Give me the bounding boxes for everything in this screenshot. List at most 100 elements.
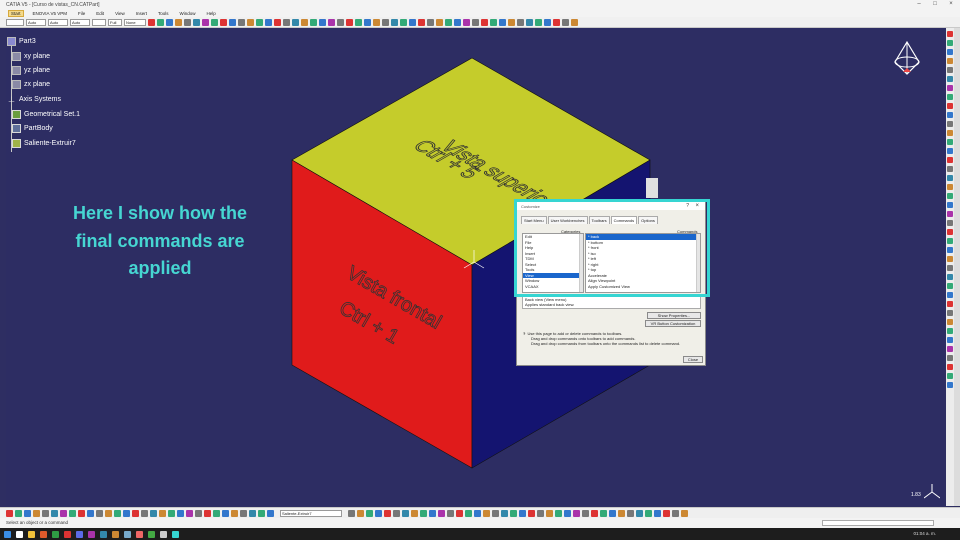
- toolbar-button-icon-42[interactable]: [526, 18, 533, 26]
- toolbar-button-icon-10[interactable]: [238, 18, 245, 26]
- menu-window[interactable]: Window: [178, 11, 198, 16]
- bottom-button-icon-12[interactable]: [456, 509, 463, 517]
- bottom-button-icon-2[interactable]: [366, 509, 373, 517]
- toolbar-button-icon-5[interactable]: [193, 18, 200, 26]
- right-tool-icon-32[interactable]: [947, 319, 953, 325]
- toolbar-button-icon-4[interactable]: [184, 18, 191, 26]
- bottom-button-icon-28[interactable]: [258, 509, 265, 517]
- combo-5[interactable]: Full: [108, 18, 122, 26]
- menu-help[interactable]: Help: [205, 11, 218, 16]
- bottom-button-icon-20[interactable]: [186, 509, 193, 517]
- taskbar-app-icon-2[interactable]: [28, 530, 35, 538]
- toolbar-button-icon-32[interactable]: [436, 18, 443, 26]
- right-tool-icon-1[interactable]: [947, 40, 953, 46]
- close-button[interactable]: Close: [683, 356, 703, 363]
- toolbar-button-icon-12[interactable]: [256, 18, 263, 26]
- toolbar-button-icon-21[interactable]: [337, 18, 344, 26]
- right-tool-icon-21[interactable]: [947, 220, 953, 226]
- tree-item-part3[interactable]: Part3: [7, 37, 36, 46]
- bottom-button-icon-31[interactable]: [627, 509, 634, 517]
- bottom-button-icon-3[interactable]: [375, 509, 382, 517]
- toolbar-button-icon-8[interactable]: [220, 18, 227, 26]
- toolbar-button-icon-6[interactable]: [202, 18, 209, 26]
- right-tool-icon-29[interactable]: [947, 292, 953, 298]
- tree-item-zx-plane[interactable]: zx plane: [12, 80, 50, 89]
- bottom-button-icon-7[interactable]: [69, 509, 76, 517]
- bottom-button-icon-5[interactable]: [51, 509, 58, 517]
- menu-view[interactable]: View: [113, 11, 127, 16]
- toolbar-button-icon-40[interactable]: [508, 18, 515, 26]
- right-tool-icon-2[interactable]: [947, 49, 953, 55]
- right-tool-icon-13[interactable]: [947, 148, 953, 154]
- menu-tools[interactable]: Tools: [156, 11, 171, 16]
- toolbar-button-icon-38[interactable]: [490, 18, 497, 26]
- right-tool-icon-19[interactable]: [947, 202, 953, 208]
- toolbar-button-icon-31[interactable]: [427, 18, 434, 26]
- bottom-button-icon-4[interactable]: [384, 509, 391, 517]
- bottom-button-icon-36[interactable]: [672, 509, 679, 517]
- toolbar-button-icon-45[interactable]: [553, 18, 560, 26]
- right-tool-icon-8[interactable]: [947, 103, 953, 109]
- bottom-button-icon-35[interactable]: [663, 509, 670, 517]
- menu-file[interactable]: File: [76, 11, 87, 16]
- right-tool-icon-10[interactable]: [947, 121, 953, 127]
- bottom-button-icon-0[interactable]: [6, 509, 13, 517]
- tree-item-yz-plane[interactable]: yz plane: [12, 66, 50, 75]
- combo-1[interactable]: Auto: [26, 18, 46, 26]
- menu-enovia[interactable]: ENOVIA V5 VPM: [31, 11, 70, 16]
- toolbar-button-icon-23[interactable]: [355, 18, 362, 26]
- bottom-button-icon-23[interactable]: [555, 509, 562, 517]
- bottom-button-icon-29[interactable]: [267, 509, 274, 517]
- toolbar-button-icon-29[interactable]: [409, 18, 416, 26]
- right-scrollbar[interactable]: [954, 28, 960, 506]
- right-tool-icon-9[interactable]: [947, 112, 953, 118]
- taskbar-app-icon-13[interactable]: [160, 530, 167, 538]
- toolbar-button-icon-11[interactable]: [247, 18, 254, 26]
- right-tool-icon-5[interactable]: [947, 76, 953, 82]
- right-tool-icon-30[interactable]: [947, 301, 953, 307]
- menu-edit[interactable]: Edit: [94, 11, 106, 16]
- toolbar-button-icon-28[interactable]: [400, 18, 407, 26]
- show-properties-button[interactable]: Show Properties...: [647, 312, 701, 319]
- minimize-icon[interactable]: –: [912, 0, 926, 9]
- bottom-button-icon-17[interactable]: [501, 509, 508, 517]
- line-thickness-combo[interactable]: [6, 18, 24, 26]
- right-tool-icon-11[interactable]: [947, 130, 953, 136]
- menu-start[interactable]: Start: [8, 9, 24, 17]
- bottom-button-icon-24[interactable]: [222, 509, 229, 517]
- taskbar-app-icon-3[interactable]: [40, 530, 47, 538]
- taskbar-app-icon-9[interactable]: [112, 530, 119, 538]
- right-tool-icon-18[interactable]: [947, 193, 953, 199]
- bottom-button-icon-6[interactable]: [402, 509, 409, 517]
- right-tool-icon-12[interactable]: [947, 139, 953, 145]
- bottom-button-icon-14[interactable]: [474, 509, 481, 517]
- right-tool-icon-4[interactable]: [947, 67, 953, 73]
- combo-3[interactable]: Auto: [70, 18, 90, 26]
- toolbar-button-icon-15[interactable]: [283, 18, 290, 26]
- bottom-button-icon-30[interactable]: [618, 509, 625, 517]
- compass-icon[interactable]: [892, 40, 922, 78]
- toolbar-button-icon-30[interactable]: [418, 18, 425, 26]
- right-tool-icon-31[interactable]: [947, 310, 953, 316]
- bottom-button-icon-11[interactable]: [447, 509, 454, 517]
- bottom-button-icon-14[interactable]: [132, 509, 139, 517]
- bottom-button-icon-4[interactable]: [42, 509, 49, 517]
- toolbar-button-icon-19[interactable]: [319, 18, 326, 26]
- bottom-button-icon-34[interactable]: [654, 509, 661, 517]
- toolbar-button-icon-0[interactable]: [148, 18, 155, 26]
- toolbar-button-icon-36[interactable]: [472, 18, 479, 26]
- toolbar-button-icon-20[interactable]: [328, 18, 335, 26]
- taskbar-app-icon-14[interactable]: [172, 530, 179, 538]
- tree-item-saliente[interactable]: Saliente-Extruir7: [12, 139, 76, 148]
- bottom-button-icon-22[interactable]: [204, 509, 211, 517]
- bottom-button-icon-7[interactable]: [411, 509, 418, 517]
- feature-combo[interactable]: Saliente-Extruir7: [280, 509, 342, 517]
- vr-button-customization-button[interactable]: VR Button Customization: [645, 320, 701, 327]
- taskbar-app-icon-10[interactable]: [124, 530, 131, 538]
- taskbar-app-icon-11[interactable]: [136, 530, 143, 538]
- bottom-button-icon-27[interactable]: [249, 509, 256, 517]
- command-input[interactable]: [822, 520, 934, 526]
- toolbar-button-icon-7[interactable]: [211, 18, 218, 26]
- bottom-button-icon-15[interactable]: [483, 509, 490, 517]
- right-tool-icon-25[interactable]: [947, 256, 953, 262]
